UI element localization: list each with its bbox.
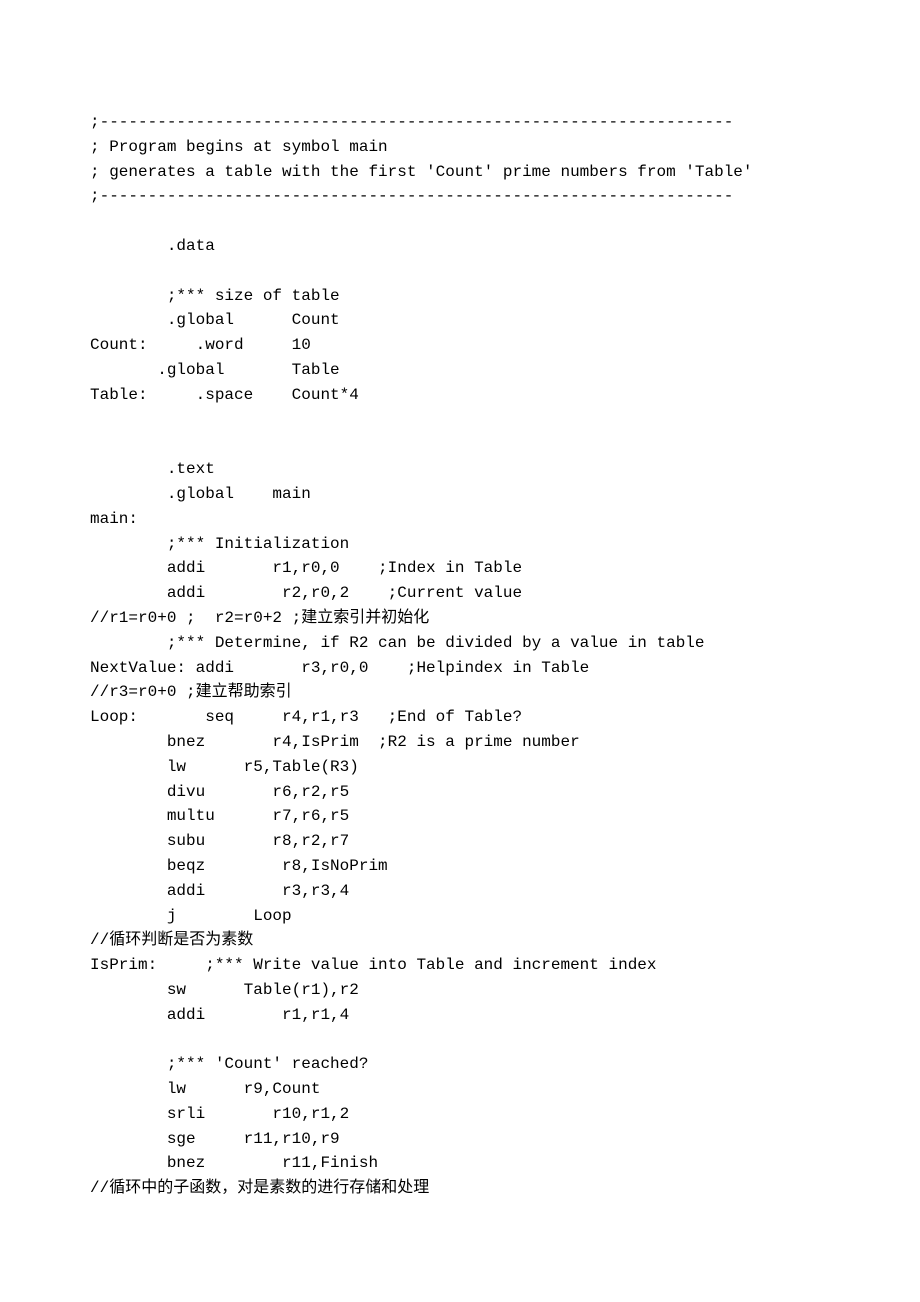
code-line: [90, 209, 830, 234]
code-line: .global Table: [90, 358, 830, 383]
code-line: addi r1,r0,0 ;Index in Table: [90, 556, 830, 581]
code-line: [90, 1027, 830, 1052]
code-line: //r3=r0+0 ;建立帮助索引: [90, 680, 830, 705]
code-line: Loop: seq r4,r1,r3 ;End of Table?: [90, 705, 830, 730]
code-document: ;---------------------------------------…: [0, 0, 920, 1261]
code-line: //循环中的子函数，对是素数的进行存储和处理: [90, 1176, 830, 1201]
code-line: subu r8,r2,r7: [90, 829, 830, 854]
code-line: Count: .word 10: [90, 333, 830, 358]
code-line: lw r9,Count: [90, 1077, 830, 1102]
code-line: ;---------------------------------------…: [90, 110, 830, 135]
code-line: addi r2,r0,2 ;Current value: [90, 581, 830, 606]
code-line: ; Program begins at symbol main: [90, 135, 830, 160]
code-line: [90, 432, 830, 457]
code-line: ;*** 'Count' reached?: [90, 1052, 830, 1077]
code-line: addi r1,r1,4: [90, 1003, 830, 1028]
code-line: sw Table(r1),r2: [90, 978, 830, 1003]
code-line: .data: [90, 234, 830, 259]
code-line: multu r7,r6,r5: [90, 804, 830, 829]
code-line: NextValue: addi r3,r0,0 ;Helpindex in Ta…: [90, 656, 830, 681]
code-line: addi r3,r3,4: [90, 879, 830, 904]
code-line: lw r5,Table(R3): [90, 755, 830, 780]
code-line: .global main: [90, 482, 830, 507]
code-line: main:: [90, 507, 830, 532]
code-line: IsPrim: ;*** Write value into Table and …: [90, 953, 830, 978]
code-line: .global Count: [90, 308, 830, 333]
code-line: srli r10,r1,2: [90, 1102, 830, 1127]
code-line: bnez r4,IsPrim ;R2 is a prime number: [90, 730, 830, 755]
code-line: //r1=r0+0 ; r2=r0+2 ;建立索引并初始化: [90, 606, 830, 631]
code-line: Table: .space Count*4: [90, 383, 830, 408]
code-line: [90, 259, 830, 284]
code-line: ;*** Initialization: [90, 532, 830, 557]
code-line: .text: [90, 457, 830, 482]
code-line: bnez r11,Finish: [90, 1151, 830, 1176]
code-line: beqz r8,IsNoPrim: [90, 854, 830, 879]
code-line: ;*** size of table: [90, 284, 830, 309]
code-line: [90, 408, 830, 433]
code-line: //循环判断是否为素数: [90, 928, 830, 953]
code-line: ;---------------------------------------…: [90, 184, 830, 209]
code-line: ;*** Determine, if R2 can be divided by …: [90, 631, 830, 656]
code-line: ; generates a table with the first 'Coun…: [90, 160, 830, 185]
code-line: divu r6,r2,r5: [90, 780, 830, 805]
code-line: sge r11,r10,r9: [90, 1127, 830, 1152]
code-line: j Loop: [90, 904, 830, 929]
